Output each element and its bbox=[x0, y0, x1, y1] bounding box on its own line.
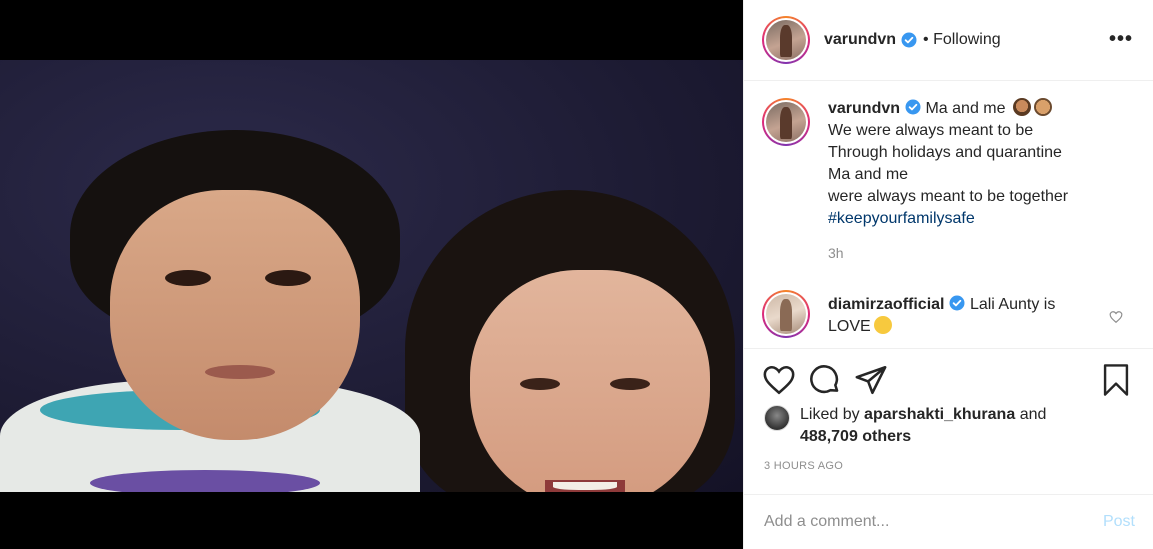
caption-line: Ma and me bbox=[925, 100, 1006, 117]
caption-line: Through holidays and quarantine bbox=[828, 144, 1062, 161]
comment-item: diamirzaofficial Lali Aunty is LOVE bbox=[762, 290, 1135, 338]
heart-icon[interactable] bbox=[762, 363, 796, 397]
post-header: varundvn • Following ••• bbox=[744, 0, 1153, 81]
verified-badge-icon bbox=[901, 32, 917, 48]
post-photo[interactable] bbox=[0, 60, 743, 492]
share-icon[interactable] bbox=[854, 363, 888, 397]
comment-input[interactable] bbox=[764, 513, 1103, 531]
photo-boy-eye bbox=[265, 270, 311, 286]
liker-avatar[interactable] bbox=[764, 405, 790, 431]
bookmark-icon[interactable] bbox=[1101, 363, 1131, 397]
caption-line: were always meant to be together bbox=[828, 188, 1069, 205]
more-horizontal-icon[interactable]: ••• bbox=[1109, 28, 1133, 51]
comment-text-continued: LOVE bbox=[828, 318, 871, 335]
baby-emoji-icon bbox=[1033, 98, 1052, 116]
post-actions bbox=[744, 348, 1153, 408]
likes-summary: Liked by aparshakti_khurana and 488,709 … bbox=[764, 404, 1137, 448]
photo-mother-eye bbox=[610, 378, 650, 390]
caption-hashtag[interactable]: #keepyourfamilysafe bbox=[828, 208, 1068, 230]
comment-text: Lali Aunty is bbox=[969, 296, 1056, 313]
caption-line: We were always meant to be bbox=[828, 122, 1034, 139]
post-timestamp[interactable]: 3 HOURS AGO bbox=[764, 460, 843, 472]
verified-badge-icon bbox=[905, 99, 921, 115]
following-status[interactable]: • Following bbox=[923, 31, 1001, 49]
photo-mother-eye bbox=[520, 378, 560, 390]
post-side-panel: varundvn • Following ••• varundvn Ma and… bbox=[743, 0, 1153, 549]
verified-badge-icon bbox=[949, 295, 965, 311]
woman-emoji-icon bbox=[1012, 98, 1031, 116]
photo-boy-eye bbox=[165, 270, 211, 286]
photo-boy-shirt-stripe bbox=[90, 470, 320, 492]
likes-others[interactable]: 488,709 others bbox=[800, 428, 911, 445]
commenter-username[interactable]: diamirzaofficial bbox=[828, 296, 944, 313]
caption-username[interactable]: varundvn bbox=[828, 100, 900, 117]
photo-boy-mouth bbox=[205, 365, 275, 379]
caption-line: Ma and me bbox=[828, 166, 909, 183]
post-media-pane bbox=[0, 0, 743, 549]
caption-time[interactable]: 3h bbox=[828, 242, 1068, 264]
commenter-avatar[interactable] bbox=[762, 290, 810, 338]
comments-list: varundvn Ma and me We were always meant … bbox=[744, 82, 1153, 348]
post-comment-button[interactable]: Post bbox=[1103, 513, 1135, 531]
caption: varundvn Ma and me We were always meant … bbox=[762, 98, 1135, 264]
comment-icon[interactable] bbox=[808, 363, 842, 397]
smiling-emoji-icon bbox=[873, 316, 892, 334]
photo-mother-teeth bbox=[553, 482, 617, 490]
comment-like-heart-icon[interactable] bbox=[1109, 310, 1123, 324]
author-username[interactable]: varundvn bbox=[824, 31, 896, 49]
likes-suffix: and bbox=[1019, 406, 1047, 423]
liker-username[interactable]: aparshakti_khurana bbox=[864, 406, 1015, 423]
likes-prefix: Liked by bbox=[800, 406, 860, 423]
photo-mother-face bbox=[470, 270, 710, 492]
photo-boy-face bbox=[110, 190, 360, 440]
caption-avatar[interactable] bbox=[762, 98, 810, 146]
author-avatar[interactable] bbox=[762, 16, 810, 64]
add-comment-bar: Post bbox=[744, 494, 1153, 549]
